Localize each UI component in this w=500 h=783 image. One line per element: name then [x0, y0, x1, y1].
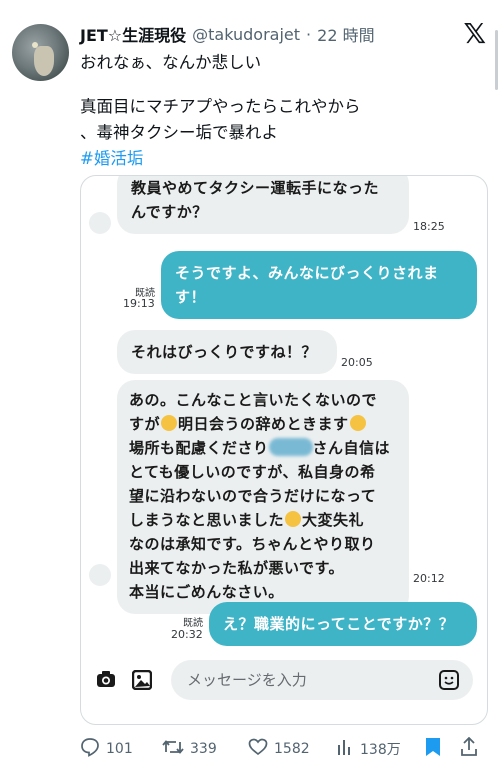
message-input[interactable]: [171, 660, 473, 700]
share-icon: [460, 736, 478, 761]
repost-button[interactable]: 339: [162, 737, 248, 761]
tweet-line: 、毒神タクシー垢で暴れよ: [80, 123, 278, 142]
message-time: 20:32: [171, 628, 203, 641]
user-avatar[interactable]: [12, 24, 69, 81]
tweet-line: おれなぁ、なんか悲しい: [80, 53, 262, 72]
chat-screenshot[interactable]: 教員やめてタクシー運転手になった んですか？ 18:25 既読 19:13 そう…: [80, 175, 488, 725]
user-handle[interactable]: @takudorajet: [192, 25, 300, 44]
message-time: 20:12: [413, 572, 445, 585]
view-count: 138万: [360, 742, 401, 758]
message-input-bar: [81, 654, 487, 706]
heart-icon: [248, 737, 268, 761]
tweet-actions: 101 339 1582 138万: [80, 735, 490, 763]
tweet-line: 真面目にマチアプやったらこれやから: [80, 97, 361, 116]
avatar-beak: [34, 46, 54, 76]
repost-icon: [162, 737, 184, 761]
message-bubble-incoming: あの。こんなこと言いたくないので すが 明日会うの辞めときます 場所も配慮くださり…: [117, 380, 409, 614]
separator: ·: [306, 24, 312, 44]
like-button[interactable]: 1582: [248, 737, 336, 761]
redacted-name: [268, 438, 313, 456]
bookmark-icon: [424, 737, 442, 762]
reply-count: 101: [106, 741, 133, 757]
views-button[interactable]: 138万: [336, 738, 424, 760]
message-time: 19:13: [123, 297, 155, 310]
sticker-icon[interactable]: [439, 670, 459, 690]
sad-face-emoji: [285, 511, 302, 527]
chat-avatar: [89, 212, 111, 234]
message-time: 20:05: [341, 356, 373, 369]
hashtag-link[interactable]: #婚活垢: [80, 146, 480, 172]
scrollbar[interactable]: [495, 30, 498, 90]
analytics-icon: [336, 738, 354, 760]
display-name[interactable]: JET☆生涯現役: [80, 22, 186, 46]
post-time[interactable]: 22 時間: [317, 22, 374, 46]
camera-icon[interactable]: [95, 670, 117, 690]
chat-avatar: [89, 564, 111, 586]
message-bubble-outgoing: え？職業的にってことですか？？: [209, 602, 477, 646]
bookmark-button[interactable]: [424, 737, 460, 762]
worried-face-emoji: [161, 415, 178, 431]
message-bubble-incoming: 教員やめてタクシー運転手になった んですか？: [117, 176, 409, 234]
message-bubble-incoming: それはびっくりですね！？: [117, 330, 337, 374]
bowing-emoji: [349, 415, 366, 431]
share-button[interactable]: [460, 736, 490, 761]
repost-count: 339: [190, 741, 217, 757]
reply-button[interactable]: 101: [80, 737, 162, 761]
x-logo-icon[interactable]: 𝕏: [463, 20, 486, 48]
message-time: 18:25: [413, 220, 445, 233]
message-bubble-outgoing: そうですよ、みんなにびっくりされま す！: [161, 251, 477, 319]
like-count: 1582: [274, 741, 310, 757]
image-icon[interactable]: [131, 669, 153, 691]
reply-icon: [80, 737, 100, 761]
tweet-header: JET☆生涯現役 @takudorajet · 22 時間: [80, 22, 375, 46]
tweet-text: おれなぁ、なんか悲しい 真面目にマチアプやったらこれやから 、毒神タクシー垢で暴…: [80, 50, 480, 172]
read-receipt: 既読: [183, 618, 203, 629]
